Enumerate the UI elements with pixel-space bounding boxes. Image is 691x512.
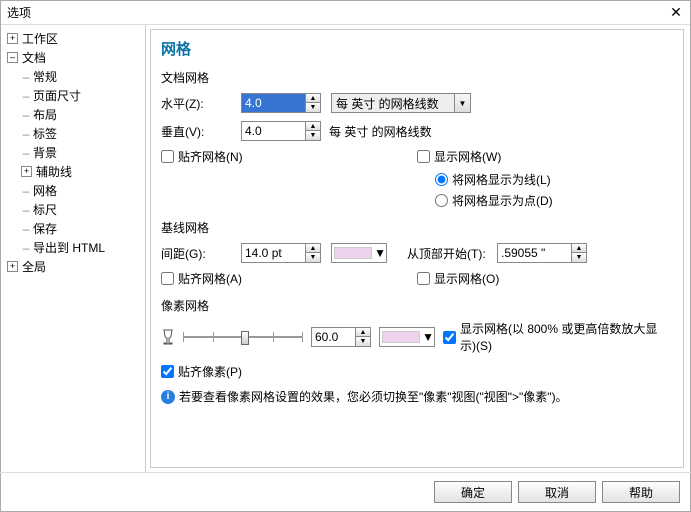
spin-up-icon[interactable]: ▲	[306, 94, 320, 103]
baseline-title: 基线网格	[161, 219, 673, 236]
tree-ruler[interactable]: –标尺	[3, 200, 143, 219]
chevron-down-icon[interactable]: ▼	[454, 94, 470, 112]
doc-grid-title: 文档网格	[161, 69, 673, 86]
tree-pagesize[interactable]: –页面尺寸	[3, 86, 143, 105]
spin-up-icon[interactable]: ▲	[356, 328, 370, 337]
spin-up-icon[interactable]: ▲	[572, 244, 586, 253]
spin-up-icon[interactable]: ▲	[306, 244, 320, 253]
spin-up-icon[interactable]: ▲	[306, 122, 320, 131]
expand-icon[interactable]: +	[7, 33, 18, 44]
vert-input[interactable]	[242, 122, 305, 140]
horiz-input[interactable]	[242, 94, 305, 112]
vert-label: 垂直(V):	[161, 123, 241, 140]
tree-background[interactable]: –背景	[3, 143, 143, 162]
tree-guides[interactable]: +辅助线	[3, 162, 143, 181]
units-static: 每 英寸 的网格线数	[329, 123, 432, 140]
collapse-icon[interactable]: –	[7, 52, 18, 63]
snap-grid-n-checkbox[interactable]: 贴齐网格(N)	[161, 148, 417, 165]
ok-button[interactable]: 确定	[434, 481, 512, 503]
vert-spinner[interactable]: ▲▼	[241, 121, 321, 141]
spacing-spinner[interactable]: ▲▼	[241, 243, 321, 263]
tree-workspace[interactable]: + 工作区	[3, 29, 143, 48]
tree-layout[interactable]: –布局	[3, 105, 143, 124]
spin-down-icon[interactable]: ▼	[306, 131, 320, 140]
tree-save[interactable]: –保存	[3, 219, 143, 238]
expand-icon[interactable]: +	[7, 261, 18, 272]
grid-as-lines-radio[interactable]: 将网格显示为线(L)	[435, 171, 673, 188]
grid-as-dots-radio[interactable]: 将网格显示为点(D)	[435, 192, 673, 209]
horiz-spinner[interactable]: ▲▼	[241, 93, 321, 113]
show-grid-s-checkbox[interactable]: 显示网格(以 800% 或更高倍数放大显示)(S)	[443, 320, 673, 354]
ppi-spinner[interactable]: ▲▼	[311, 327, 371, 347]
slider-thumb[interactable]	[241, 331, 249, 345]
spin-down-icon[interactable]: ▼	[356, 337, 370, 346]
show-grid-o-checkbox[interactable]: 显示网格(O)	[417, 270, 673, 287]
horiz-label: 水平(Z):	[161, 95, 241, 112]
tree-exporthtml[interactable]: –导出到 HTML	[3, 238, 143, 257]
cancel-button[interactable]: 取消	[518, 481, 596, 503]
tree-general[interactable]: –常规	[3, 67, 143, 86]
spin-down-icon[interactable]: ▼	[572, 253, 586, 262]
help-button[interactable]: 帮助	[602, 481, 680, 503]
titlebar: 选项 ✕	[1, 1, 690, 25]
options-dialog: 选项 ✕ + 工作区 – 文档 –常规 –页面尺寸 –布局 –标签 –背景 +辅…	[0, 0, 691, 512]
start-spinner[interactable]: ▲▼	[497, 243, 587, 263]
tree-grid[interactable]: –网格	[3, 181, 143, 200]
spin-down-icon[interactable]: ▼	[306, 103, 320, 112]
info-icon: i	[161, 390, 175, 404]
chevron-down-icon[interactable]: ▼	[422, 330, 434, 344]
tree-document[interactable]: – 文档	[3, 48, 143, 67]
spacing-input[interactable]	[242, 244, 305, 262]
show-grid-w-checkbox[interactable]: 显示网格(W)	[417, 148, 673, 165]
chevron-down-icon[interactable]: ▼	[374, 246, 386, 260]
panel-heading: 网格	[161, 38, 673, 59]
dialog-body: + 工作区 – 文档 –常规 –页面尺寸 –布局 –标签 –背景 +辅助线 –网…	[1, 25, 690, 472]
pixel-title: 像素网格	[161, 297, 673, 314]
color-swatch	[334, 247, 372, 259]
snap-grid-a-checkbox[interactable]: 贴齐网格(A)	[161, 270, 417, 287]
pixel-opacity-slider[interactable]	[183, 328, 303, 346]
spin-down-icon[interactable]: ▼	[306, 253, 320, 262]
expand-icon[interactable]: +	[21, 166, 32, 177]
grid-panel: 网格 文档网格 水平(Z): ▲▼ 每 英寸 的网格线数 ▼ 垂直(V):	[150, 29, 684, 468]
dialog-footer: 确定 取消 帮助	[1, 473, 690, 511]
tree-tags[interactable]: –标签	[3, 124, 143, 143]
units-select[interactable]: 每 英寸 的网格线数 ▼	[331, 93, 471, 113]
start-label: 从顶部开始(T):	[407, 245, 497, 262]
ppi-input[interactable]	[312, 328, 355, 346]
pixel-color-picker[interactable]: ▼	[379, 327, 435, 347]
start-input[interactable]	[498, 244, 571, 262]
close-icon[interactable]: ✕	[668, 5, 684, 21]
wine-glass-icon	[161, 329, 175, 345]
tree-global[interactable]: + 全局	[3, 257, 143, 276]
spacing-label: 间距(G):	[161, 245, 241, 262]
category-tree: + 工作区 – 文档 –常规 –页面尺寸 –布局 –标签 –背景 +辅助线 –网…	[1, 25, 146, 472]
window-title: 选项	[7, 4, 31, 21]
info-note: i 若要查看像素网格设置的效果，您必须切换至"像素"视图("视图">"像素")。	[161, 388, 673, 405]
color-swatch	[382, 331, 420, 343]
baseline-color-picker[interactable]: ▼	[331, 243, 387, 263]
snap-pixel-p-checkbox[interactable]: 贴齐像素(P)	[161, 363, 242, 380]
